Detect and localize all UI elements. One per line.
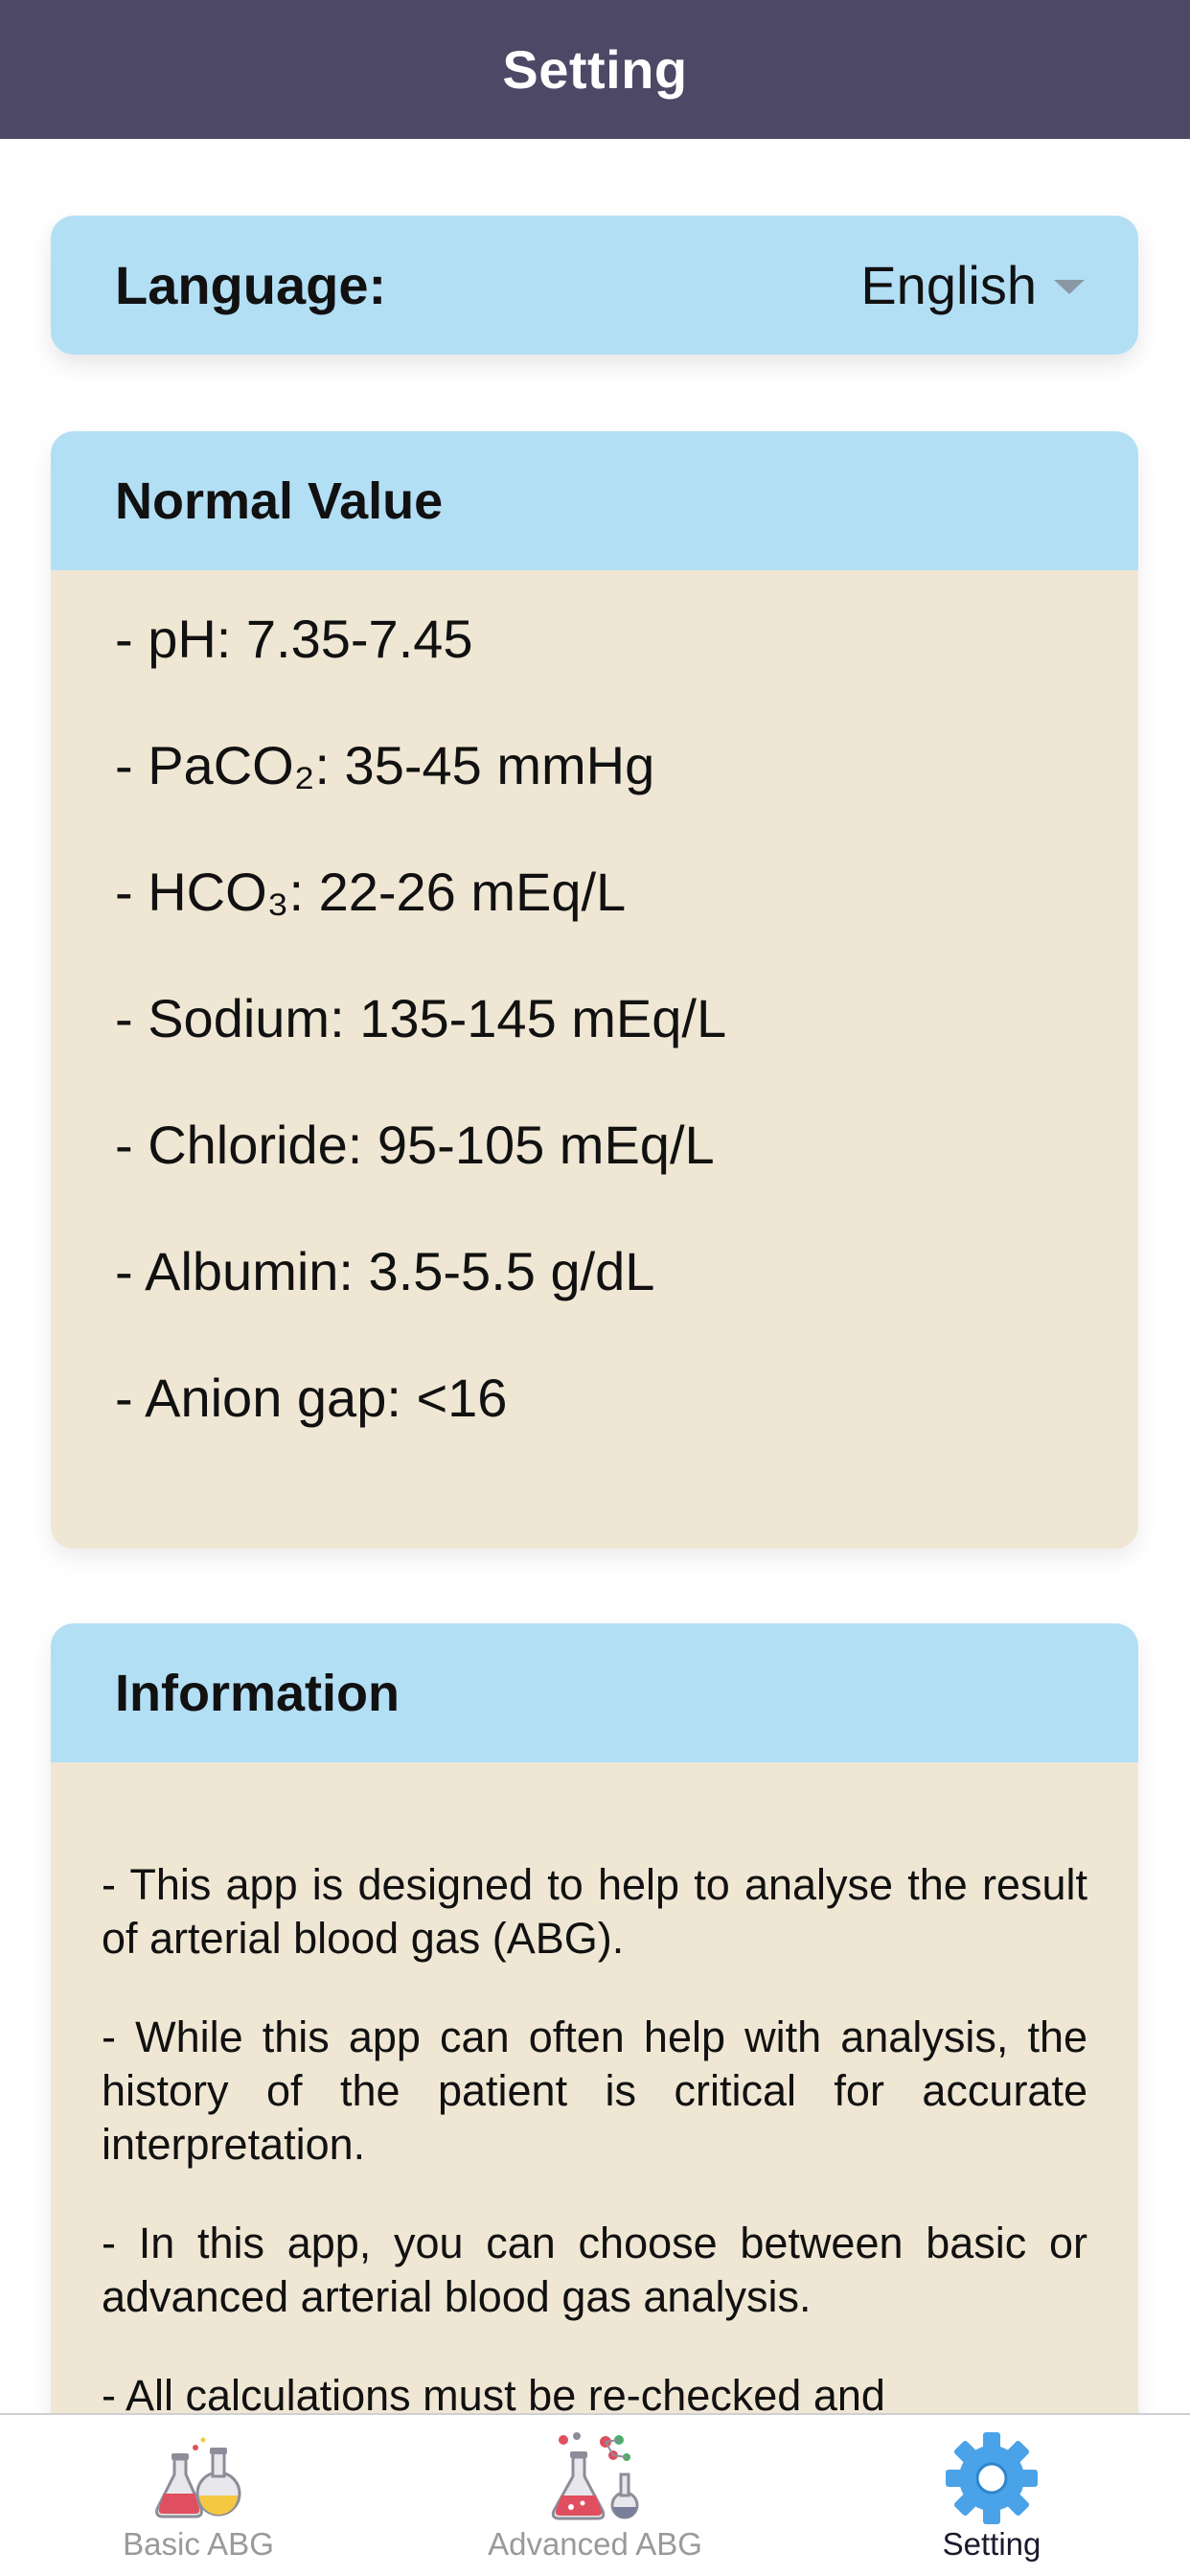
language-select[interactable]: English (860, 254, 1085, 316)
tab-basic-abg[interactable]: Basic ABG (0, 2415, 397, 2576)
settings-content[interactable]: Language: English Normal Value - pH: 7.3… (0, 139, 1190, 2413)
language-label: Language: (115, 255, 387, 315)
normal-value-item-chloride: - Chloride: 95-105 mEq/L (115, 1114, 715, 1175)
tab-label-basic-abg[interactable]: Basic ABG (123, 2526, 274, 2563)
information-body: - This app is designed to help to analys… (51, 1762, 1138, 2413)
normal-value-item-albumin: - Albumin: 3.5-5.5 g/dL (115, 1240, 655, 1301)
information-header: Information (51, 1623, 1138, 1762)
tab-label-setting[interactable]: Setting (943, 2526, 1041, 2563)
gear-icon[interactable] (939, 2430, 1044, 2526)
information-title: Information (115, 1664, 400, 1722)
information-paragraph: - This app is designed to help to analys… (102, 1860, 1087, 1963)
normal-value-title: Normal Value (115, 472, 444, 530)
information-paragraph: - While this app can often help with ana… (102, 2012, 1087, 2169)
language-selected-value[interactable]: English (860, 254, 1037, 316)
language-card: Language: English (51, 216, 1138, 355)
app-header: Setting (0, 0, 1190, 139)
lab-flask-icon[interactable] (542, 2430, 648, 2526)
normal-value-header: Normal Value (51, 431, 1138, 570)
normal-value-item-hco3: - HCO₃: 22-26 mEq/L (115, 861, 627, 922)
normal-value-item-sodium: - Sodium: 135-145 mEq/L (115, 987, 727, 1048)
flasks-icon[interactable] (146, 2430, 251, 2526)
normal-value-item-ph: - pH: 7.35-7.45 (115, 608, 473, 669)
normal-value-item-paco2: - PaCO₂: 35-45 mmHg (115, 734, 655, 795)
bottom-tab-bar: Basic ABG Advanced ABG Setting (0, 2413, 1190, 2576)
normal-value-item-anion-gap: - Anion gap: <16 (115, 1367, 508, 1428)
caret-down-icon[interactable] (1054, 280, 1085, 294)
normal-value-list: - pH: 7.35-7.45 - PaCO₂: 35-45 mmHg - HC… (51, 570, 1138, 1467)
information-paragraph: - All calculations must be re-checked an… (102, 2371, 885, 2413)
page-title: Setting (502, 39, 688, 100)
tab-label-advanced-abg[interactable]: Advanced ABG (488, 2526, 702, 2563)
normal-value-card: Normal Value - pH: 7.35-7.45 - PaCO₂: 35… (51, 431, 1138, 1549)
information-card: Information - This app is designed to he… (51, 1623, 1138, 2413)
tab-advanced-abg[interactable]: Advanced ABG (397, 2415, 793, 2576)
tab-setting[interactable]: Setting (793, 2415, 1190, 2576)
information-paragraph: - In this app, you can choose between ba… (102, 2219, 1087, 2321)
